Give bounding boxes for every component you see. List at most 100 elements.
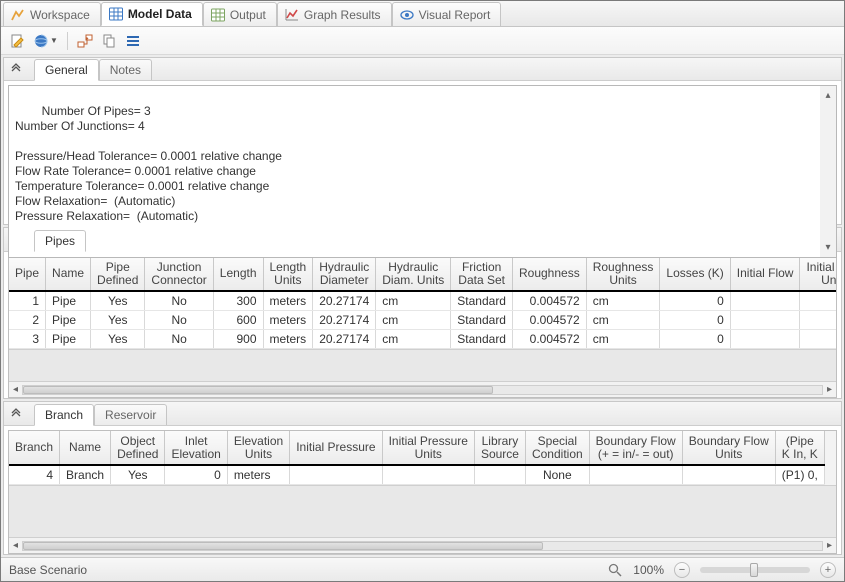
- cell[interactable]: 20.27174: [313, 291, 376, 311]
- column-header[interactable]: JunctionConnector: [145, 257, 213, 291]
- cell[interactable]: Yes: [111, 465, 165, 485]
- cell[interactable]: Pipe: [46, 330, 91, 349]
- column-header[interactable]: Initial PressureUnits: [382, 431, 474, 465]
- cell[interactable]: Branch: [60, 465, 111, 485]
- cell[interactable]: [382, 465, 474, 485]
- cell[interactable]: meters: [227, 465, 289, 485]
- column-header[interactable]: HydraulicDiam. Units: [376, 257, 451, 291]
- scroll-down-icon[interactable]: ▾: [825, 238, 830, 257]
- cell[interactable]: Yes: [91, 291, 145, 311]
- cell[interactable]: 300: [213, 291, 263, 311]
- cell[interactable]: 600: [213, 311, 263, 330]
- cell[interactable]: Standard: [451, 291, 513, 311]
- cell[interactable]: 3: [9, 330, 46, 349]
- subtab-pipes[interactable]: Pipes: [34, 230, 86, 252]
- cell[interactable]: 20.27174: [313, 311, 376, 330]
- column-header[interactable]: Length: [213, 257, 263, 291]
- column-header[interactable]: LibrarySource: [474, 431, 525, 465]
- cell[interactable]: meters: [263, 311, 313, 330]
- cell[interactable]: No: [145, 291, 213, 311]
- cell[interactable]: [682, 465, 775, 485]
- globe-button[interactable]: ▼: [31, 31, 60, 51]
- cell[interactable]: [730, 330, 800, 349]
- tab-workspace[interactable]: Workspace: [3, 2, 101, 26]
- scroll-track[interactable]: [22, 541, 823, 551]
- column-header[interactable]: RoughnessUnits: [586, 257, 660, 291]
- cell[interactable]: cm: [586, 291, 660, 311]
- column-header[interactable]: Branch: [9, 431, 60, 465]
- column-header[interactable]: HydraulicDiameter: [313, 257, 376, 291]
- column-header[interactable]: (PipeK In, K: [775, 431, 824, 465]
- column-header[interactable]: Name: [60, 431, 111, 465]
- tab-graph-results[interactable]: Graph Results: [277, 2, 392, 26]
- general-text-box[interactable]: Number Of Pipes= 3 Number Of Junctions= …: [8, 85, 837, 258]
- vertical-scrollbar[interactable]: ▴ ▾: [820, 86, 836, 257]
- cell[interactable]: cm: [586, 311, 660, 330]
- transfer-button[interactable]: [75, 31, 95, 51]
- table-row[interactable]: 4BranchYes0metersNone(P1) 0,: [9, 465, 824, 485]
- column-header[interactable]: Boundary Flow(+ = in/- = out): [589, 431, 682, 465]
- zoom-slider[interactable]: [700, 567, 810, 573]
- cell[interactable]: 4: [9, 465, 60, 485]
- cell[interactable]: Yes: [91, 311, 145, 330]
- column-header[interactable]: InletElevation: [165, 431, 227, 465]
- copy-button[interactable]: [99, 31, 119, 51]
- cell[interactable]: (P1) 0,: [775, 465, 824, 485]
- zoom-thumb[interactable]: [750, 563, 758, 577]
- subtab-general[interactable]: General: [34, 59, 99, 81]
- branch-table[interactable]: BranchNameObjectDefinedInletElevationEle…: [9, 431, 825, 485]
- cell[interactable]: [730, 291, 800, 311]
- cell[interactable]: 1: [9, 291, 46, 311]
- list-button[interactable]: [123, 31, 143, 51]
- cell[interactable]: [800, 330, 836, 349]
- cell[interactable]: [290, 465, 382, 485]
- scroll-right-icon[interactable]: ▸: [825, 540, 834, 551]
- cell[interactable]: Standard: [451, 330, 513, 349]
- table-row[interactable]: 1PipeYesNo300meters20.27174cmStandard0.0…: [9, 291, 836, 311]
- column-header[interactable]: LengthUnits: [263, 257, 313, 291]
- cell[interactable]: No: [145, 311, 213, 330]
- cell[interactable]: [730, 311, 800, 330]
- cell[interactable]: cm: [376, 330, 451, 349]
- column-header[interactable]: ElevationUnits: [227, 431, 289, 465]
- column-header[interactable]: FrictionData Set: [451, 257, 513, 291]
- subtab-branch[interactable]: Branch: [34, 404, 94, 426]
- column-header[interactable]: Boundary FlowUnits: [682, 431, 775, 465]
- cell[interactable]: 0: [660, 330, 730, 349]
- scroll-thumb[interactable]: [23, 542, 543, 550]
- cell[interactable]: 0: [660, 311, 730, 330]
- column-header[interactable]: Losses (K): [660, 257, 730, 291]
- collapse-toggle[interactable]: [8, 61, 24, 77]
- cell[interactable]: Pipe: [46, 291, 91, 311]
- cell[interactable]: meters: [263, 330, 313, 349]
- horizontal-scrollbar[interactable]: ◂ ▸: [9, 537, 836, 553]
- cell[interactable]: [800, 311, 836, 330]
- cell[interactable]: 0.004572: [512, 291, 586, 311]
- column-header[interactable]: Initial Flow: [730, 257, 800, 291]
- table-row[interactable]: 3PipeYesNo900meters20.27174cmStandard0.0…: [9, 330, 836, 349]
- cell[interactable]: 2: [9, 311, 46, 330]
- cell[interactable]: No: [145, 330, 213, 349]
- cell[interactable]: 0.004572: [512, 311, 586, 330]
- cell[interactable]: cm: [376, 311, 451, 330]
- edit-button[interactable]: [7, 31, 27, 51]
- column-header[interactable]: Initial Pressure: [290, 431, 382, 465]
- scroll-up-icon[interactable]: ▴: [825, 86, 830, 105]
- scroll-track[interactable]: [22, 385, 823, 395]
- cell[interactable]: 900: [213, 330, 263, 349]
- cell[interactable]: 20.27174: [313, 330, 376, 349]
- column-header[interactable]: Pipe: [9, 257, 46, 291]
- cell[interactable]: Standard: [451, 311, 513, 330]
- column-header[interactable]: PipeDefined: [91, 257, 145, 291]
- zoom-out-button[interactable]: −: [674, 562, 690, 578]
- scroll-left-icon[interactable]: ◂: [11, 384, 20, 395]
- scroll-left-icon[interactable]: ◂: [11, 540, 20, 551]
- cell[interactable]: [474, 465, 525, 485]
- collapse-toggle[interactable]: [8, 406, 24, 422]
- cell[interactable]: 0: [660, 291, 730, 311]
- tab-visual-report[interactable]: Visual Report: [392, 2, 502, 26]
- cell[interactable]: [589, 465, 682, 485]
- cell[interactable]: Pipe: [46, 311, 91, 330]
- cell[interactable]: Yes: [91, 330, 145, 349]
- horizontal-scrollbar[interactable]: ◂ ▸: [9, 381, 836, 397]
